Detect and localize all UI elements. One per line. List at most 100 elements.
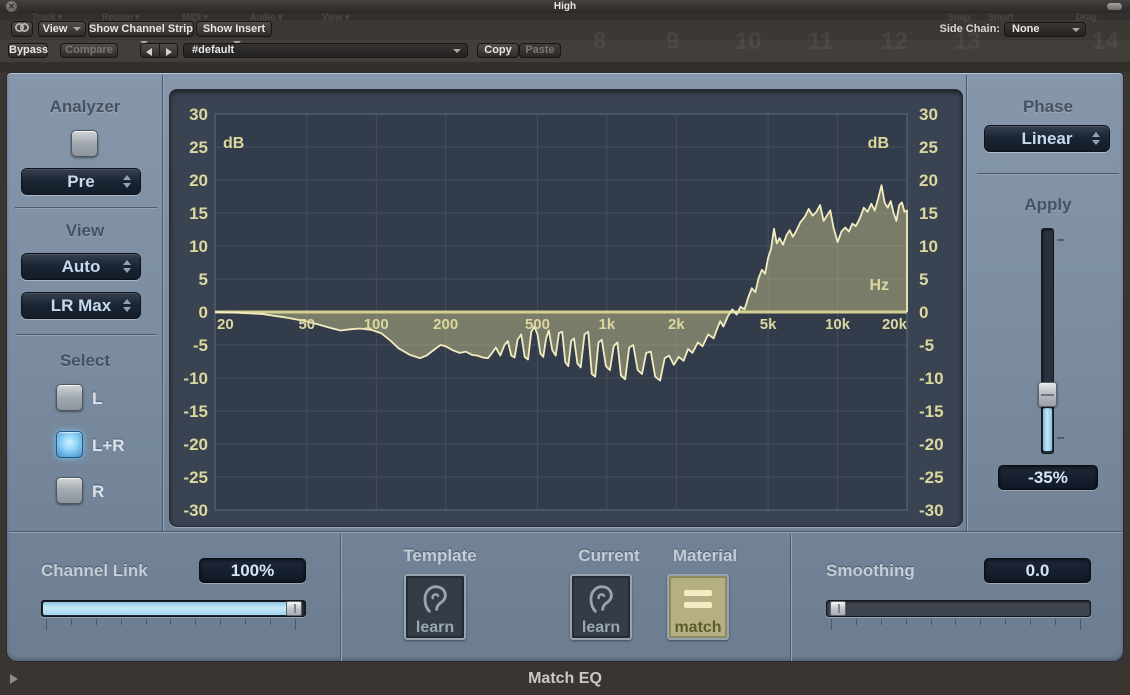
channel-lr-label: L+R [92, 436, 125, 456]
svg-text:-10: -10 [183, 369, 208, 388]
svg-text:-25: -25 [919, 468, 944, 487]
match-eq-plugin-panel: Analyzer Pre View Auto LR Max Select L L… [6, 72, 1124, 662]
template-learn-button[interactable]: learn [404, 574, 466, 640]
learn-button-label: learn [582, 618, 620, 638]
paste-button[interactable]: Paste [519, 43, 561, 58]
channel-l-button[interactable] [56, 384, 83, 411]
preset-dropdown[interactable]: #default [183, 43, 468, 58]
next-preset-button[interactable] [159, 43, 179, 58]
plugin-footer-bar: Match EQ [0, 662, 1130, 695]
svg-text:-5: -5 [919, 336, 934, 355]
svg-text:dB: dB [223, 135, 244, 152]
svg-text:200: 200 [433, 316, 458, 333]
chevron-down-icon [453, 49, 461, 53]
current-label: Current [557, 546, 661, 566]
smoothing-slider[interactable] [826, 600, 1091, 617]
eq-curve-display: 303025252020151510105500-5-5-10-10-15-15… [169, 89, 963, 527]
divider [15, 334, 157, 336]
chevron-down-icon [1072, 28, 1080, 32]
channel-lr-button[interactable] [56, 431, 83, 458]
svg-text:dB: dB [868, 135, 889, 152]
template-label: Template [388, 546, 492, 566]
apply-slider-fill [1043, 408, 1052, 451]
channel-link-slider-handle[interactable] [286, 601, 302, 616]
apply-slider[interactable] [1041, 228, 1054, 454]
svg-text:0: 0 [919, 303, 928, 322]
screen: ✕ High Track ▾ Region ▾ MIDI ▾ Audio ▾ V… [0, 0, 1130, 695]
show-insert-menu-button[interactable]: Show Insert [196, 21, 272, 37]
channel-view-dropdown[interactable]: LR Max [21, 292, 141, 319]
equals-icon [684, 590, 712, 614]
channel-l-label: L [92, 389, 102, 409]
compare-button[interactable]: Compare [60, 43, 118, 58]
next-arrow-icon [166, 48, 172, 56]
analyzer-power-button[interactable] [71, 130, 98, 157]
analyzer-mode-dropdown[interactable]: Pre [21, 168, 141, 195]
svg-text:2k: 2k [668, 316, 685, 333]
svg-text:-15: -15 [183, 402, 208, 421]
phase-mode-dropdown[interactable]: Linear [984, 125, 1110, 152]
phase-mode-value: Linear [1021, 129, 1072, 148]
ear-icon [586, 584, 616, 621]
svg-text:5: 5 [919, 270, 928, 289]
view-mode-dropdown[interactable]: Auto [21, 253, 141, 280]
svg-text:10: 10 [919, 237, 938, 256]
current-learn-button[interactable]: learn [570, 574, 632, 640]
smoothing-label: Smoothing [826, 561, 915, 581]
svg-text:50: 50 [298, 316, 315, 333]
previous-preset-button[interactable] [140, 43, 159, 58]
updown-arrows-icon [123, 175, 131, 188]
channel-link-value[interactable]: 100% [199, 558, 306, 583]
svg-text:Hz: Hz [869, 277, 889, 294]
divider [977, 173, 1119, 175]
link-button[interactable] [11, 21, 33, 37]
svg-text:25: 25 [919, 138, 938, 157]
bypass-button[interactable]: Bypass [8, 43, 48, 58]
svg-text:5: 5 [199, 270, 208, 289]
channel-link-slider-fill [43, 602, 288, 615]
channel-r-label: R [92, 482, 104, 502]
channel-r-button[interactable] [56, 477, 83, 504]
svg-text:20: 20 [919, 171, 938, 190]
chevron-down-icon [73, 27, 81, 31]
smoothing-slider-handle[interactable] [830, 601, 846, 616]
divider [966, 75, 968, 531]
updown-arrows-icon [1092, 132, 1100, 145]
apply-section-label: Apply [977, 195, 1119, 215]
side-chain-dropdown[interactable]: None [1004, 22, 1086, 37]
channel-link-slider-ticks [46, 619, 296, 630]
svg-text:-30: -30 [919, 501, 944, 520]
svg-text:-20: -20 [919, 435, 944, 454]
chain-link-icon [14, 22, 30, 33]
apply-slider-handle[interactable] [1038, 382, 1057, 407]
svg-text:10: 10 [189, 237, 208, 256]
svg-text:20: 20 [217, 316, 234, 333]
smoothing-value[interactable]: 0.0 [984, 558, 1091, 583]
preset-name: #default [192, 44, 234, 56]
svg-text:-15: -15 [919, 402, 944, 421]
svg-text:20: 20 [189, 171, 208, 190]
divider [162, 75, 164, 531]
svg-text:15: 15 [189, 204, 208, 223]
svg-text:0: 0 [199, 303, 208, 322]
select-section-label: Select [17, 351, 153, 371]
side-chain-value: None [1012, 23, 1040, 35]
channel-link-slider[interactable] [41, 600, 306, 617]
divider [15, 207, 157, 209]
svg-text:100: 100 [364, 316, 389, 333]
copy-button[interactable]: Copy [477, 43, 519, 58]
learn-button-label: learn [416, 618, 454, 638]
svg-text:5k: 5k [760, 316, 777, 333]
apply-value[interactable]: -35% [998, 465, 1098, 490]
prev-arrow-icon [146, 48, 152, 56]
updown-arrows-icon [123, 299, 131, 312]
preset-nav-buttons [140, 43, 178, 58]
show-channel-strip-label: Show Channel Strip [89, 23, 193, 35]
minimize-icon[interactable] [1107, 3, 1122, 10]
show-channel-strip-menu-button[interactable]: Show Channel Strip [88, 21, 194, 37]
svg-text:-10: -10 [919, 369, 944, 388]
view-menu-button[interactable]: View [38, 21, 86, 37]
material-match-button[interactable]: match [667, 574, 729, 640]
svg-text:10k: 10k [825, 316, 851, 333]
svg-text:-25: -25 [183, 468, 208, 487]
